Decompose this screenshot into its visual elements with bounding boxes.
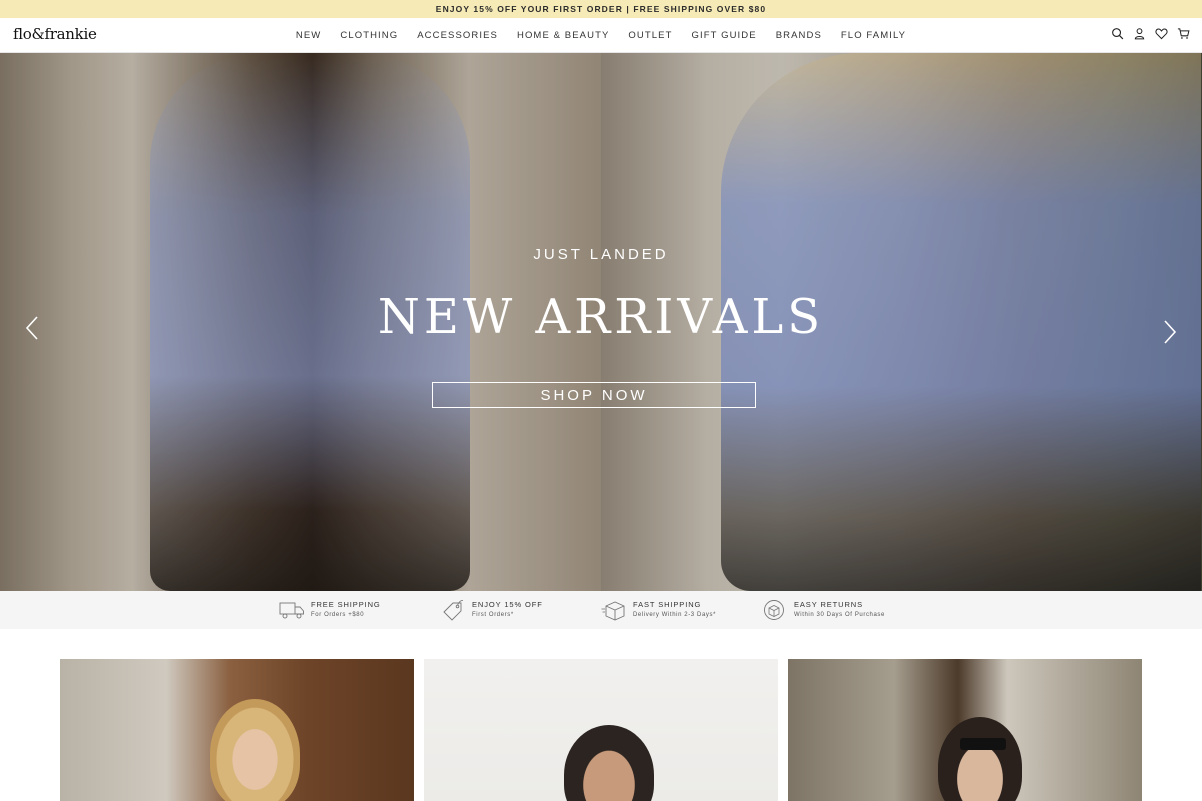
model-photo (564, 725, 654, 801)
hero-title: NEW ARRIVALS (377, 289, 825, 345)
promo-bar: ENJOY 15% OFF YOUR FIRST ORDER | FREE SH… (0, 0, 1202, 18)
header-icons (1111, 27, 1190, 40)
nav-item-new[interactable]: NEW (286, 30, 330, 41)
nav-item-brands[interactable]: BRANDS (766, 30, 831, 41)
main-nav: NEW CLOTHING ACCESSORIES HOME & BEAUTY O… (0, 18, 1202, 53)
nav-item-home-beauty[interactable]: HOME & BEAUTY (507, 30, 618, 41)
nav-item-accessories[interactable]: ACCESSORIES (408, 30, 508, 41)
feature-fast-shipping: FAST SHIPPING Delivery Within 2-3 Days* (601, 599, 762, 621)
promo-text: ENJOY 15% OFF YOUR FIRST ORDER | FREE SH… (435, 4, 767, 14)
tag-icon (440, 599, 466, 621)
site-header: flo&frankie NEW CLOTHING ACCESSORIES HOM… (0, 18, 1202, 53)
hero-subtitle: JUST LANDED (533, 246, 669, 263)
returns-icon (762, 599, 788, 621)
search-icon[interactable] (1111, 27, 1124, 40)
sunglasses (960, 738, 1006, 750)
feature-title: EASY RETURNS (794, 600, 864, 609)
feature-title: FAST SHIPPING (633, 600, 702, 609)
feature-title: ENJOY 15% OFF (472, 600, 543, 609)
feature-title: FREE SHIPPING (311, 600, 381, 609)
feature-subtitle: Within 30 Days Of Purchase (794, 612, 885, 618)
model-photo (938, 717, 1022, 801)
features-bar: FREE SHIPPING For Orders +$80 ENJOY 15% … (0, 591, 1202, 629)
feature-easy-returns: EASY RETURNS Within 30 Days Of Purchase (762, 599, 923, 621)
feature-discount: ENJOY 15% OFF First Orders* (440, 599, 601, 621)
feature-subtitle: Delivery Within 2-3 Days* (633, 612, 717, 618)
cart-icon[interactable] (1177, 27, 1190, 40)
nav-item-flo-family[interactable]: FLO FAMILY (831, 30, 915, 41)
chevron-right-icon[interactable] (1162, 319, 1178, 345)
hero-banner[interactable]: JUST LANDED NEW ARRIVALS SHOP NOW (0, 53, 1202, 591)
feature-free-shipping: FREE SHIPPING For Orders +$80 (279, 599, 440, 621)
account-icon[interactable] (1133, 27, 1146, 40)
category-tile[interactable] (60, 659, 414, 801)
category-tiles (60, 659, 1142, 801)
truck-icon (279, 599, 305, 621)
wishlist-icon[interactable] (1155, 27, 1168, 40)
shop-now-button[interactable]: SHOP NOW (432, 382, 756, 408)
feature-subtitle: First Orders* (472, 612, 514, 618)
model-photo (210, 699, 300, 801)
box-icon (601, 599, 627, 621)
nav-item-outlet[interactable]: OUTLET (619, 30, 682, 41)
nav-item-gift-guide[interactable]: GIFT GUIDE (682, 30, 766, 41)
category-tile[interactable] (788, 659, 1142, 801)
nav-item-clothing[interactable]: CLOTHING (331, 30, 408, 41)
chevron-left-icon[interactable] (24, 315, 40, 341)
category-tile[interactable] (424, 659, 778, 801)
feature-subtitle: For Orders +$80 (311, 612, 365, 618)
